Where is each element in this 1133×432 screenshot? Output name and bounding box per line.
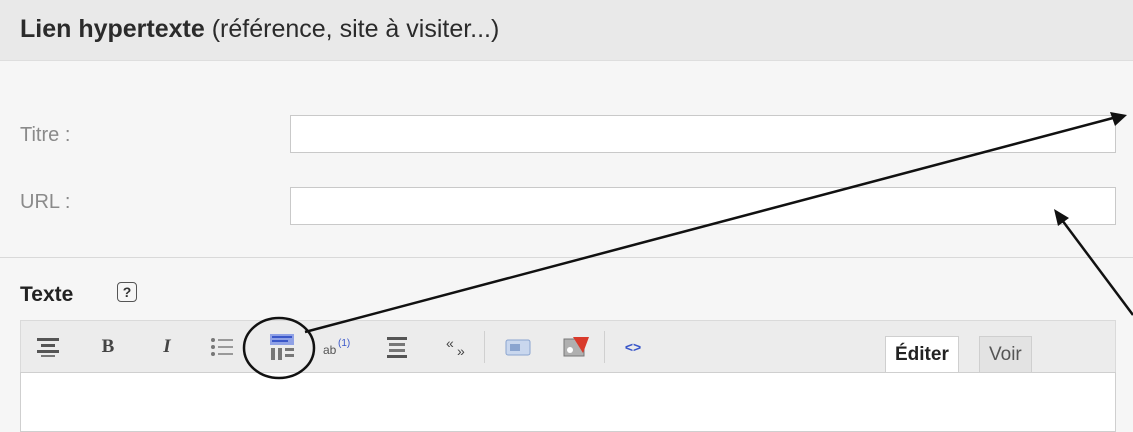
svg-text:»: » bbox=[457, 343, 465, 358]
toolbar-separator bbox=[604, 331, 605, 363]
help-icon[interactable]: ? bbox=[117, 282, 137, 302]
bullet-list-icon[interactable] bbox=[209, 333, 235, 361]
text-editor-area[interactable] bbox=[20, 372, 1116, 432]
svg-text:(1): (1) bbox=[338, 338, 350, 349]
align-justify-icon[interactable] bbox=[384, 333, 410, 361]
toolbar-separator bbox=[484, 331, 485, 363]
arrow-to-url bbox=[1060, 219, 1133, 316]
align-center-icon[interactable] bbox=[35, 333, 61, 361]
svg-text:ab: ab bbox=[323, 343, 337, 357]
tab-view[interactable]: Voir bbox=[979, 336, 1032, 373]
url-label: URL : bbox=[20, 191, 71, 213]
url-input[interactable] bbox=[290, 187, 1116, 225]
text-label: Texte bbox=[20, 283, 74, 306]
section-title-hint: (référence, site à visiter...) bbox=[211, 15, 500, 43]
media-icon[interactable] bbox=[561, 333, 591, 361]
section-title-bold: Lien hypertexte bbox=[20, 15, 205, 43]
footnote-icon[interactable] bbox=[266, 333, 298, 361]
section-title: Lien hypertexte (référence, site à visit… bbox=[20, 15, 499, 44]
editor-toolbar: B I ab (1) «» <> Éditer Voir bbox=[20, 320, 1116, 373]
svg-text:«: « bbox=[446, 336, 454, 351]
title-input[interactable] bbox=[290, 115, 1116, 153]
quote-icon[interactable]: «» bbox=[445, 333, 469, 361]
divider bbox=[0, 257, 1133, 258]
superscript-icon[interactable]: ab (1) bbox=[321, 333, 355, 361]
italic-icon[interactable]: I bbox=[156, 333, 178, 361]
image-icon[interactable] bbox=[503, 333, 533, 361]
bold-icon[interactable]: B bbox=[97, 333, 119, 361]
tab-edit[interactable]: Éditer bbox=[885, 336, 959, 373]
section-header: Lien hypertexte (référence, site à visit… bbox=[0, 0, 1133, 61]
code-icon[interactable]: <> bbox=[621, 333, 645, 361]
title-label: Titre : bbox=[20, 124, 71, 146]
